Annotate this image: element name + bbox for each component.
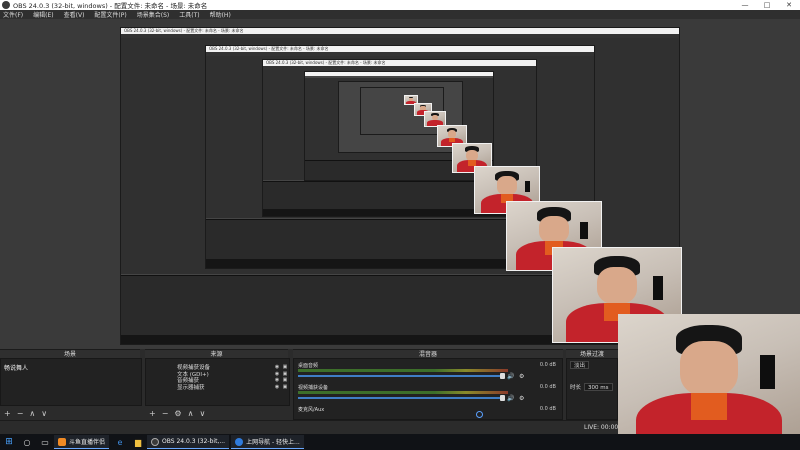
visibility-eye-icon[interactable]: ◉	[273, 377, 281, 383]
task-view-icon[interactable]: ▭	[36, 434, 54, 450]
menu-file[interactable]: 文件(F)	[3, 10, 23, 19]
menu-edit[interactable]: 编辑(E)	[33, 10, 53, 19]
microphone-stand	[759, 354, 775, 389]
window-title: OBS 24.0.3 (32-bit, windows) - 配置文件: 未命名…	[13, 2, 208, 10]
close-button[interactable]: ✕	[778, 0, 800, 10]
move-source-up-button[interactable]: ∧	[188, 409, 194, 418]
scenes-dock-header: 场景	[0, 349, 140, 358]
channel-name: 麦克风/Aux	[298, 407, 325, 413]
source-item[interactable]: 显示器捕获 ◉ ▣	[146, 384, 289, 391]
scenes-list[interactable]: 畅说舞人	[0, 358, 142, 406]
channel-db: 0.0 dB	[539, 384, 556, 390]
menu-scene-collection[interactable]: 场景集合(S)	[137, 10, 170, 19]
windows-taskbar: ⊞ ○ ▭ 斗鱼直播伴侣 e ▆ OBS 24.0.3 (32-bit,... …	[0, 434, 800, 450]
visibility-eye-icon[interactable]: ◉	[273, 384, 281, 390]
add-source-button[interactable]: +	[149, 409, 156, 418]
volume-slider[interactable]	[298, 373, 505, 379]
audio-mixer: 桌面音频 0.0 dB 🔊 ⚙ 视频捕获设备 0.0 dB 🔊 ⚙ 麦克风/Au…	[293, 358, 563, 420]
slider-knob[interactable]	[500, 373, 505, 379]
remove-scene-button[interactable]: −	[17, 409, 24, 418]
scene-item[interactable]: 畅说舞人	[1, 359, 141, 372]
preview-canvas[interactable]: OBS 24.0.3 (32-bit, windows) - 配置文件: 未命名…	[0, 19, 800, 349]
visibility-eye-icon[interactable]: ◉	[273, 371, 281, 377]
browser-icon	[235, 437, 244, 446]
move-scene-up-button[interactable]: ∧	[29, 409, 35, 418]
speaker-icon[interactable]: 🔊	[507, 395, 514, 402]
mixer-channel-mic: 麦克风/Aux 0.0 dB	[294, 406, 562, 418]
window-title-bar[interactable]: OBS 24.0.3 (32-bit, windows) - 配置文件: 未命名…	[0, 0, 800, 10]
channel-db: 0.0 dB	[539, 362, 556, 368]
move-source-down-button[interactable]: ∨	[199, 409, 205, 418]
loading-spinner-icon	[476, 411, 483, 418]
menu-profile[interactable]: 配置文件(P)	[94, 10, 126, 19]
lock-icon[interactable]: ▣	[281, 364, 289, 370]
lock-icon[interactable]: ▣	[281, 384, 289, 390]
add-scene-button[interactable]: +	[4, 409, 11, 418]
orange-collar	[690, 392, 728, 421]
obs-icon	[2, 1, 10, 9]
minimize-button[interactable]: —	[734, 0, 756, 10]
taskbar-app-douyu[interactable]: 斗鱼直播伴侣	[54, 435, 110, 449]
remove-source-button[interactable]: −	[162, 409, 169, 418]
face	[679, 341, 739, 396]
transitions-dock-header: 场景过渡	[566, 349, 618, 358]
menu-help[interactable]: 帮助(H)	[210, 10, 231, 19]
taskbar-app-obs[interactable]: OBS 24.0.3 (32-bit,...	[147, 435, 230, 449]
menu-view[interactable]: 查看(V)	[64, 10, 85, 19]
move-scene-down-button[interactable]: ∨	[41, 409, 47, 418]
sources-dock-footer: + − ⚙ ∧ ∨	[145, 406, 290, 420]
transitions-panel: 淡出 时长 300 ms	[566, 358, 618, 420]
mixer-channel-desktop: 桌面音频 0.0 dB 🔊 ⚙	[294, 362, 562, 384]
slider-knob[interactable]	[500, 395, 505, 401]
menu-bar: 文件(F) 编辑(E) 查看(V) 配置文件(P) 场景集合(S) 工具(T) …	[0, 10, 800, 19]
visibility-eye-icon[interactable]: ◉	[273, 364, 281, 370]
gear-icon[interactable]: ⚙	[519, 395, 524, 402]
cortana-search-icon[interactable]: ○	[18, 434, 36, 450]
level-meter	[298, 391, 508, 394]
channel-name: 视频捕获设备	[298, 385, 329, 391]
gear-icon[interactable]: ⚙	[519, 373, 524, 380]
taskbar-app-browser[interactable]: 上网导航 - 轻快上...	[231, 435, 304, 449]
mixer-channel-video-capture: 视频捕获设备 0.0 dB 🔊 ⚙	[294, 384, 562, 406]
transition-type-select[interactable]: 淡出	[570, 361, 590, 369]
volume-slider[interactable]	[298, 395, 505, 401]
windows-start-icon[interactable]: ⊞	[0, 434, 18, 450]
douyu-icon	[58, 437, 66, 446]
scenes-dock-footer: + − ∧ ∨	[0, 406, 142, 420]
sources-dock-header: 来源	[145, 349, 288, 358]
mixer-dock-header: 混音器	[293, 349, 563, 358]
channel-db: 0.0 dB	[539, 406, 556, 412]
duration-input[interactable]: 300 ms	[584, 383, 613, 391]
sources-list[interactable]: 视频捕获设备 ◉ ▣ 文本 (GDI+) ◉ ▣ 音频捕获 ◉ ▣ 显示器捕获 ◉ ▣	[145, 358, 290, 406]
speaker-icon[interactable]: 🔊	[507, 373, 514, 380]
maximize-button[interactable]: □	[756, 0, 778, 10]
lock-icon[interactable]: ▣	[281, 371, 289, 377]
source-settings-gear-icon[interactable]: ⚙	[174, 409, 181, 418]
duration-label: 时长	[570, 385, 582, 391]
webcam-overlay	[618, 314, 800, 450]
level-meter	[298, 369, 508, 372]
menu-tools[interactable]: 工具(T)	[179, 10, 199, 19]
file-explorer-icon[interactable]: ▆	[129, 434, 147, 450]
lock-icon[interactable]: ▣	[281, 377, 289, 383]
nested-window-title-4	[305, 72, 493, 76]
obs-icon	[151, 437, 160, 446]
channel-name: 桌面音频	[298, 363, 319, 369]
edge-browser-icon[interactable]: e	[111, 434, 129, 450]
